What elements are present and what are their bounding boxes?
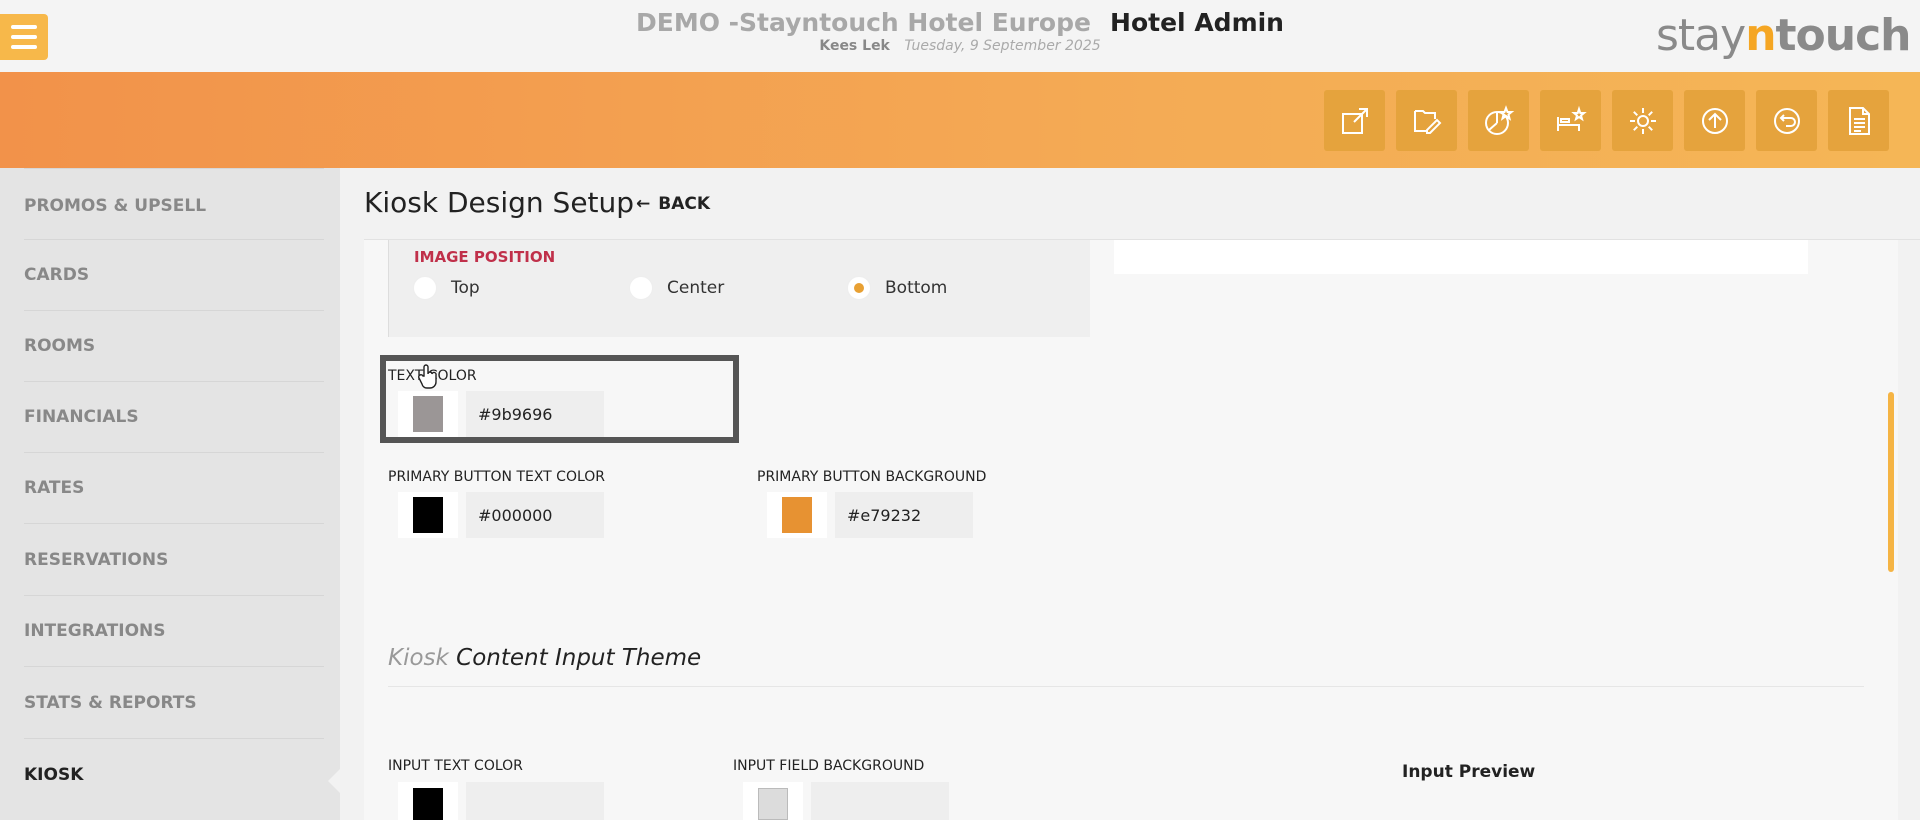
radio-circle[interactable] — [413, 276, 437, 300]
sidebar-item-rates[interactable]: RATES — [24, 453, 324, 524]
image-position-label: IMAGE POSITION — [414, 248, 556, 266]
sidebar-item-rooms[interactable]: ROOMS — [24, 311, 324, 382]
stayntouch-logo: stayntouch — [1656, 10, 1912, 61]
input-preview-label: Input Preview — [1402, 762, 1536, 782]
input-field-background-picker[interactable] — [743, 782, 803, 820]
image-preview-area — [1114, 240, 1808, 274]
external-link-icon[interactable] — [1324, 90, 1385, 151]
sidebar: PROMOS & UPSELL CARDS ROOMS FINANCIALS R… — [0, 168, 340, 820]
radio-circle-selected[interactable] — [847, 276, 871, 300]
input-text-color-picker[interactable] — [398, 782, 458, 820]
bed-star-icon[interactable] — [1540, 90, 1601, 151]
sidebar-item-integrations[interactable]: INTEGRATIONS — [24, 596, 324, 667]
radio-bottom[interactable]: Bottom — [847, 276, 947, 300]
image-position-group: IMAGE POSITION Top Center Bottom — [388, 240, 1090, 337]
return-icon[interactable] — [1756, 90, 1817, 151]
sidebar-item-promos-upsell[interactable]: PROMOS & UPSELL — [24, 168, 324, 240]
input-text-color-swatch — [413, 788, 443, 820]
toolbar — [0, 72, 1920, 168]
hand-cursor-icon — [418, 364, 437, 389]
chart-star-icon[interactable] — [1468, 90, 1529, 151]
primary-button-text-color-picker[interactable] — [398, 492, 458, 538]
user-name: Kees Lek — [819, 38, 890, 54]
back-arrow-icon: ← — [636, 194, 651, 214]
sidebar-item-cards[interactable]: CARDS — [24, 240, 324, 311]
primary-button-background-input[interactable] — [835, 492, 973, 538]
edit-document-icon[interactable] — [1396, 90, 1457, 151]
header-title: DEMO -Stayntouch Hotel Europe Hotel Admi… — [0, 8, 1920, 54]
main-content: Kiosk Design Setup ← BACK IMAGE POSITION… — [340, 168, 1920, 820]
sidebar-item-stats-reports[interactable]: STATS & REPORTS — [24, 667, 324, 739]
primary-button-background-picker[interactable] — [767, 492, 827, 538]
primary-button-text-color-swatch — [413, 497, 443, 533]
document-icon[interactable] — [1828, 90, 1889, 151]
input-text-color-input[interactable] — [466, 782, 604, 820]
upload-icon[interactable] — [1684, 90, 1745, 151]
sidebar-item-reservations[interactable]: RESERVATIONS — [24, 524, 324, 596]
back-label: BACK — [658, 194, 711, 214]
top-bar: DEMO -Stayntouch Hotel Europe Hotel Admi… — [0, 0, 1920, 72]
header-date: Tuesday, 9 September 2025 — [904, 38, 1101, 54]
radio-top[interactable]: Top — [413, 276, 480, 300]
input-field-background-label: INPUT FIELD BACKGROUND — [733, 758, 925, 774]
hotel-name[interactable]: DEMO -Stayntouch Hotel Europe — [636, 8, 1091, 37]
admin-label: Hotel Admin — [1110, 8, 1284, 37]
radio-circle[interactable] — [629, 276, 653, 300]
primary-button-background-label: PRIMARY BUTTON BACKGROUND — [757, 469, 987, 485]
design-panel: IMAGE POSITION Top Center Bottom TEXT CO… — [364, 240, 1898, 820]
scrollbar-thumb[interactable] — [1888, 392, 1894, 572]
input-field-background-input[interactable] — [811, 782, 949, 820]
input-text-color-label: INPUT TEXT COLOR — [388, 758, 523, 774]
back-button[interactable]: ← BACK — [636, 194, 710, 214]
sidebar-item-financials[interactable]: FINANCIALS — [24, 382, 324, 453]
primary-button-text-color-input[interactable] — [466, 492, 604, 538]
gear-icon[interactable] — [1612, 90, 1673, 151]
page-title: Kiosk Design Setup — [364, 186, 635, 219]
radio-center[interactable]: Center — [629, 276, 724, 300]
content-input-theme-title: Kiosk Content Input Theme — [388, 645, 702, 671]
primary-button-background-swatch — [782, 497, 812, 533]
input-field-background-swatch — [758, 788, 788, 820]
sidebar-item-kiosk[interactable]: KIOSK — [24, 739, 324, 810]
primary-button-text-color-label: PRIMARY BUTTON TEXT COLOR — [388, 469, 606, 485]
section-divider — [388, 686, 1864, 687]
